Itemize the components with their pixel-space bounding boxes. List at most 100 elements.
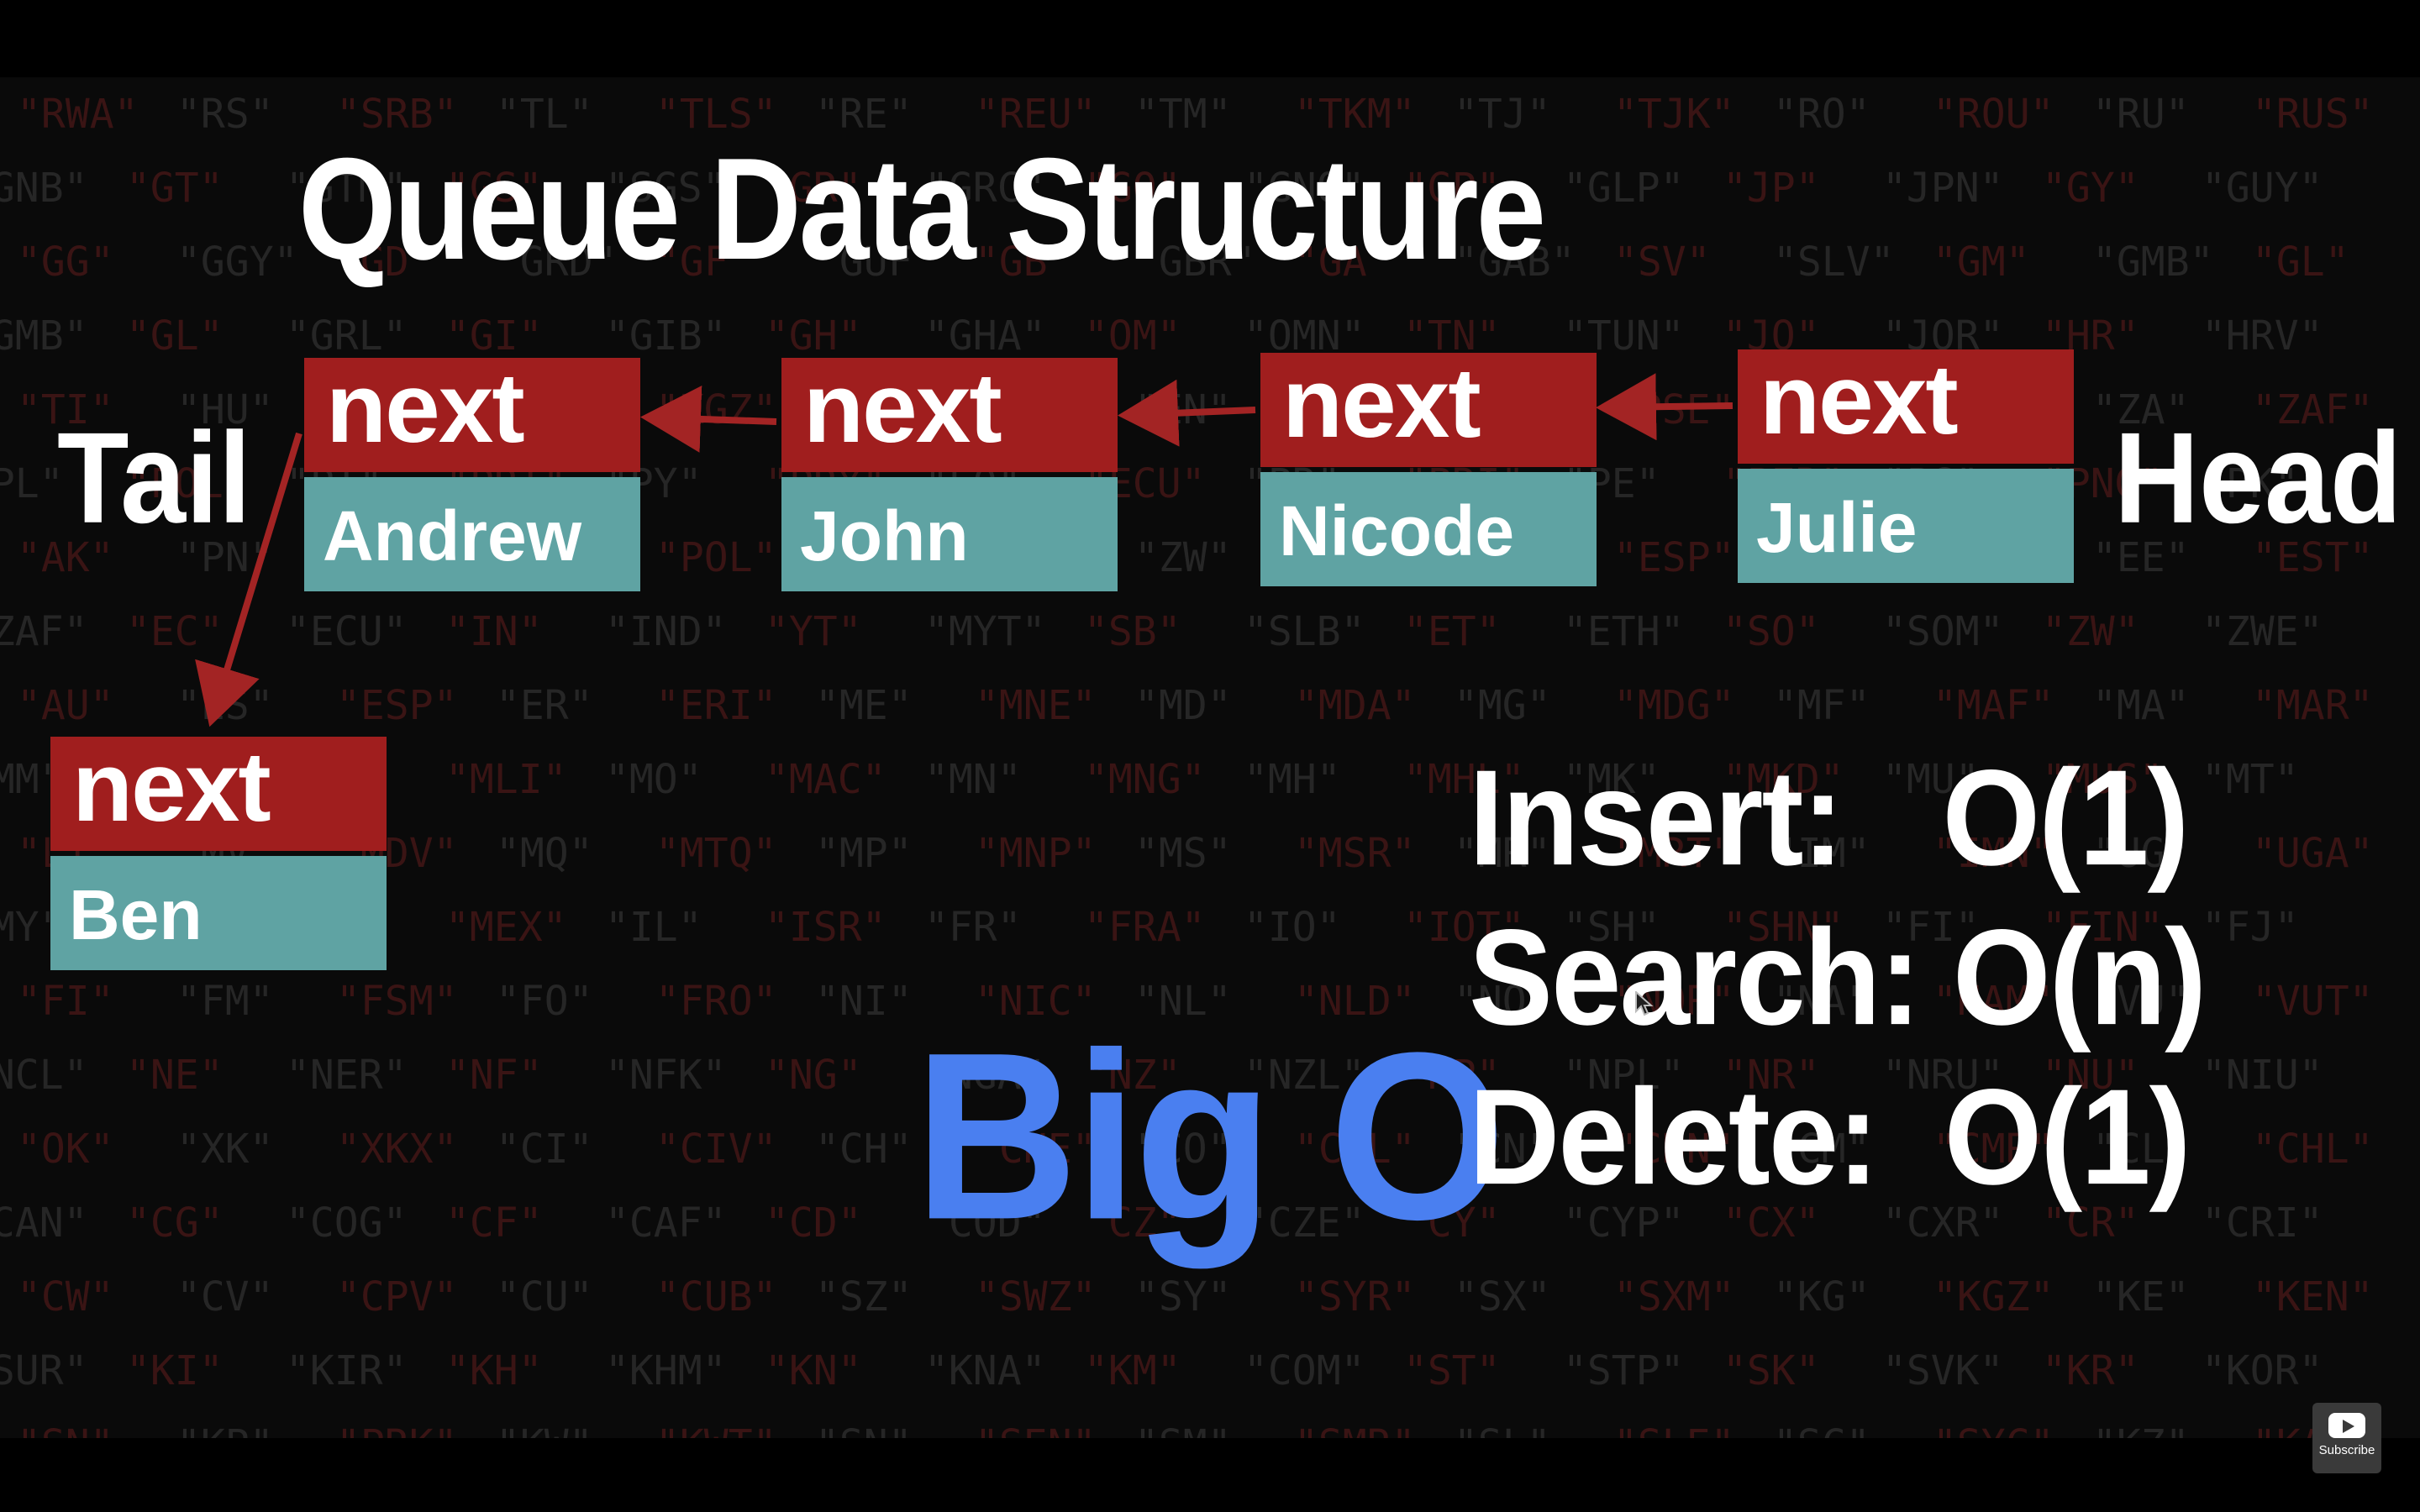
background-token: "SLB" [1244, 608, 1365, 655]
node-value: Julie [1738, 469, 2074, 583]
background-token: "GG" [17, 239, 114, 286]
background-token: "KW" [496, 1408, 655, 1438]
background-token: "KNA" [924, 1347, 1046, 1394]
background-token: "GMB" [2092, 239, 2214, 286]
node-next-pointer: next [781, 358, 1118, 472]
background-token: "SZ" [815, 1273, 913, 1320]
big-o-heading: Big O [914, 1004, 1506, 1270]
background-token: "GL" [126, 312, 224, 360]
background-token: "UGA" [2252, 830, 2374, 877]
background-token: "ZW" [2042, 608, 2139, 655]
background-token: "MDA" [1294, 682, 1416, 729]
background-token: "ECU" [286, 608, 408, 655]
background-token: "SB" [1084, 608, 1181, 655]
background-token: "JPN" [1882, 165, 2004, 212]
background-token: "MSR" [1294, 830, 1416, 877]
background-token: "JP" [1723, 165, 1820, 212]
page-title: Queue Data Structure [298, 127, 1546, 290]
background-token: "ER" [496, 682, 593, 729]
background-token: "XKX" [336, 1126, 458, 1173]
background-token: "MD" [1134, 682, 1232, 729]
node-next-pointer: next [50, 737, 387, 851]
background-token: "ST" [1403, 1347, 1501, 1394]
background-token: "MF" [1773, 682, 1870, 729]
node-next-pointer: next [304, 358, 640, 472]
background-token: "IL" [605, 904, 702, 951]
subscribe-button[interactable]: Subscribe [2312, 1403, 2381, 1473]
video-frame: "RWA" "RS" "SRB" "TL" "TLS" "RE" "REU" "TM" "TKM… [0, 77, 2420, 1438]
background-token: "SYR" [1294, 1273, 1416, 1320]
background-token: "ESP" [336, 682, 458, 729]
background-token: "FR" [924, 904, 1022, 951]
background-token: "NG" [765, 1052, 862, 1099]
background-token: "FSM" [336, 978, 458, 1025]
youtube-icon [2328, 1413, 2365, 1438]
background-token: "SUR" [0, 1347, 88, 1394]
queue-node-john: next John [781, 358, 1118, 591]
background-token: "CF" [445, 1200, 543, 1247]
background-token: "CU" [496, 1273, 593, 1320]
background-token: "MTQ" [655, 830, 777, 877]
background-token: "OK" [17, 1126, 114, 1173]
background-token: "GLP" [1563, 165, 1685, 212]
background-token: "ZAF" [0, 608, 88, 655]
background-token: "VUT" [2252, 978, 2374, 1025]
background-token: "FRO" [655, 978, 777, 1025]
background-token: "KE" [2092, 1273, 2190, 1320]
background-token: "FO" [496, 978, 593, 1025]
background-token: "KR" [2042, 1347, 2139, 1394]
background-token: "ZWE" [2202, 608, 2323, 655]
background-token: "ROU" [1933, 91, 2054, 138]
background-token: "SX" [1454, 1273, 1551, 1320]
background-token: "STP" [1563, 1347, 1685, 1394]
background-token: "SN" [815, 1408, 975, 1438]
background-token: "SVK" [1882, 1347, 2004, 1394]
background-token: "KH" [445, 1347, 543, 1394]
node-value: Andrew [304, 477, 640, 591]
background-row: "AU" "ES" "ESP" "ER" "ERI" "ME" "MNE" "MD" "MDA"… [17, 669, 2420, 743]
background-token: "SMR" [1294, 1408, 1454, 1438]
background-token: "SC" [1773, 1408, 1933, 1438]
background-token: "CV" [176, 1273, 274, 1320]
background-token: "GY" [2042, 165, 2139, 212]
queue-node-nicode: next Nicode [1260, 353, 1597, 586]
background-token: "CRI" [2202, 1200, 2323, 1247]
background-token: "GUY" [2202, 165, 2323, 212]
background-token: "KGZ" [1933, 1273, 2054, 1320]
node-next-pointer: next [1260, 353, 1597, 467]
background-token: "CG" [126, 1200, 224, 1247]
background-token: "FM" [176, 978, 274, 1025]
background-token: "KN" [765, 1347, 862, 1394]
background-token: "TJK" [1613, 91, 1735, 138]
background-token: "CAN" [0, 1200, 88, 1247]
background-row: "SUR" "KI" "KIR" "KH" "KHM" "KN" "KNA" "KM" "COM… [0, 1334, 2420, 1408]
background-token: "MG" [1454, 682, 1551, 729]
background-token: "SYC" [1933, 1408, 2092, 1438]
background-token: "GNB" [0, 165, 88, 212]
background-token: "MEX" [445, 904, 567, 951]
background-token: "SOM" [1882, 608, 2004, 655]
background-token: "MP" [815, 830, 913, 877]
tail-label: Tail [57, 405, 251, 550]
background-token: "KIR" [286, 1347, 408, 1394]
background-token: "FJ" [2202, 904, 2299, 951]
background-token: "SO" [1723, 608, 1820, 655]
queue-node-julie: next Julie [1738, 349, 2074, 583]
queue-node-andrew: next Andrew [304, 358, 640, 591]
background-token: "CPV" [336, 1273, 458, 1320]
background-token: "NFK" [605, 1052, 727, 1099]
background-token: "CD" [765, 1200, 862, 1247]
background-token: "SXM" [1613, 1273, 1735, 1320]
background-token: "RUS" [2252, 91, 2374, 138]
search-complexity: Search: O(n) [1469, 900, 2207, 1053]
background-token: "SK" [1723, 1347, 1820, 1394]
background-row: "ZAF" "EC" "ECU" "IN" "IND" "YT" "MYT" "SB" "SLB… [0, 595, 2420, 669]
background-token: "COM" [1244, 1347, 1365, 1394]
background-token: "SLE" [1613, 1408, 1773, 1438]
background-token: "CAF" [605, 1200, 727, 1247]
background-token: "ETH" [1563, 608, 1685, 655]
background-token: "CI" [496, 1126, 593, 1173]
background-token: "MH" [1244, 756, 1341, 803]
background-token: "NIU" [2202, 1052, 2323, 1099]
background-row: "SN""KP""PRK""KW""KWT""SN""SEN""SM""SMR"… [17, 1408, 2420, 1438]
